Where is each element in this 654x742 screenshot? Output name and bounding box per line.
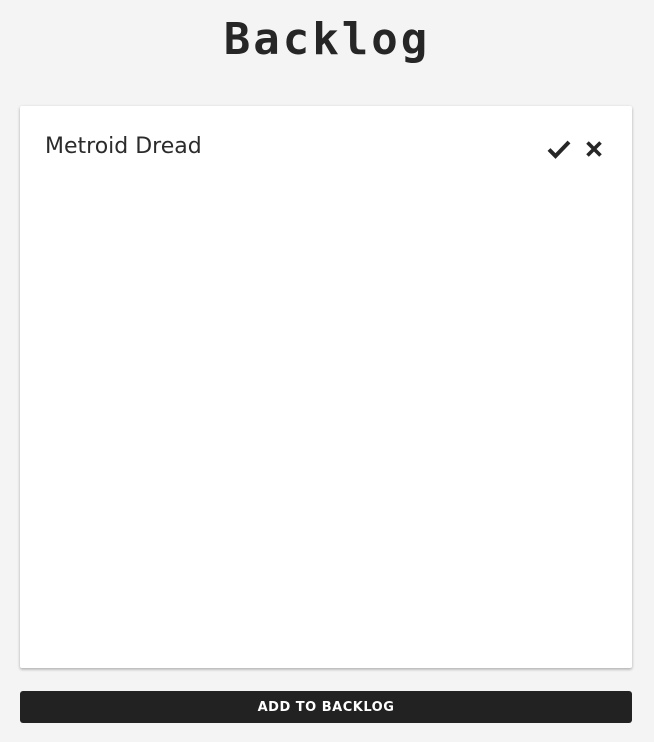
add-to-backlog-button[interactable]: ADD TO BACKLOG xyxy=(20,691,632,723)
list-item: Metroid Dread xyxy=(20,106,632,186)
remove-button[interactable] xyxy=(581,136,607,162)
page-title: Backlog xyxy=(223,14,431,65)
complete-button[interactable] xyxy=(546,136,572,162)
backlog-list: Metroid Dread xyxy=(20,106,632,668)
close-icon xyxy=(586,141,602,157)
checkmark-icon xyxy=(547,140,571,159)
item-label: Metroid Dread xyxy=(45,134,202,159)
